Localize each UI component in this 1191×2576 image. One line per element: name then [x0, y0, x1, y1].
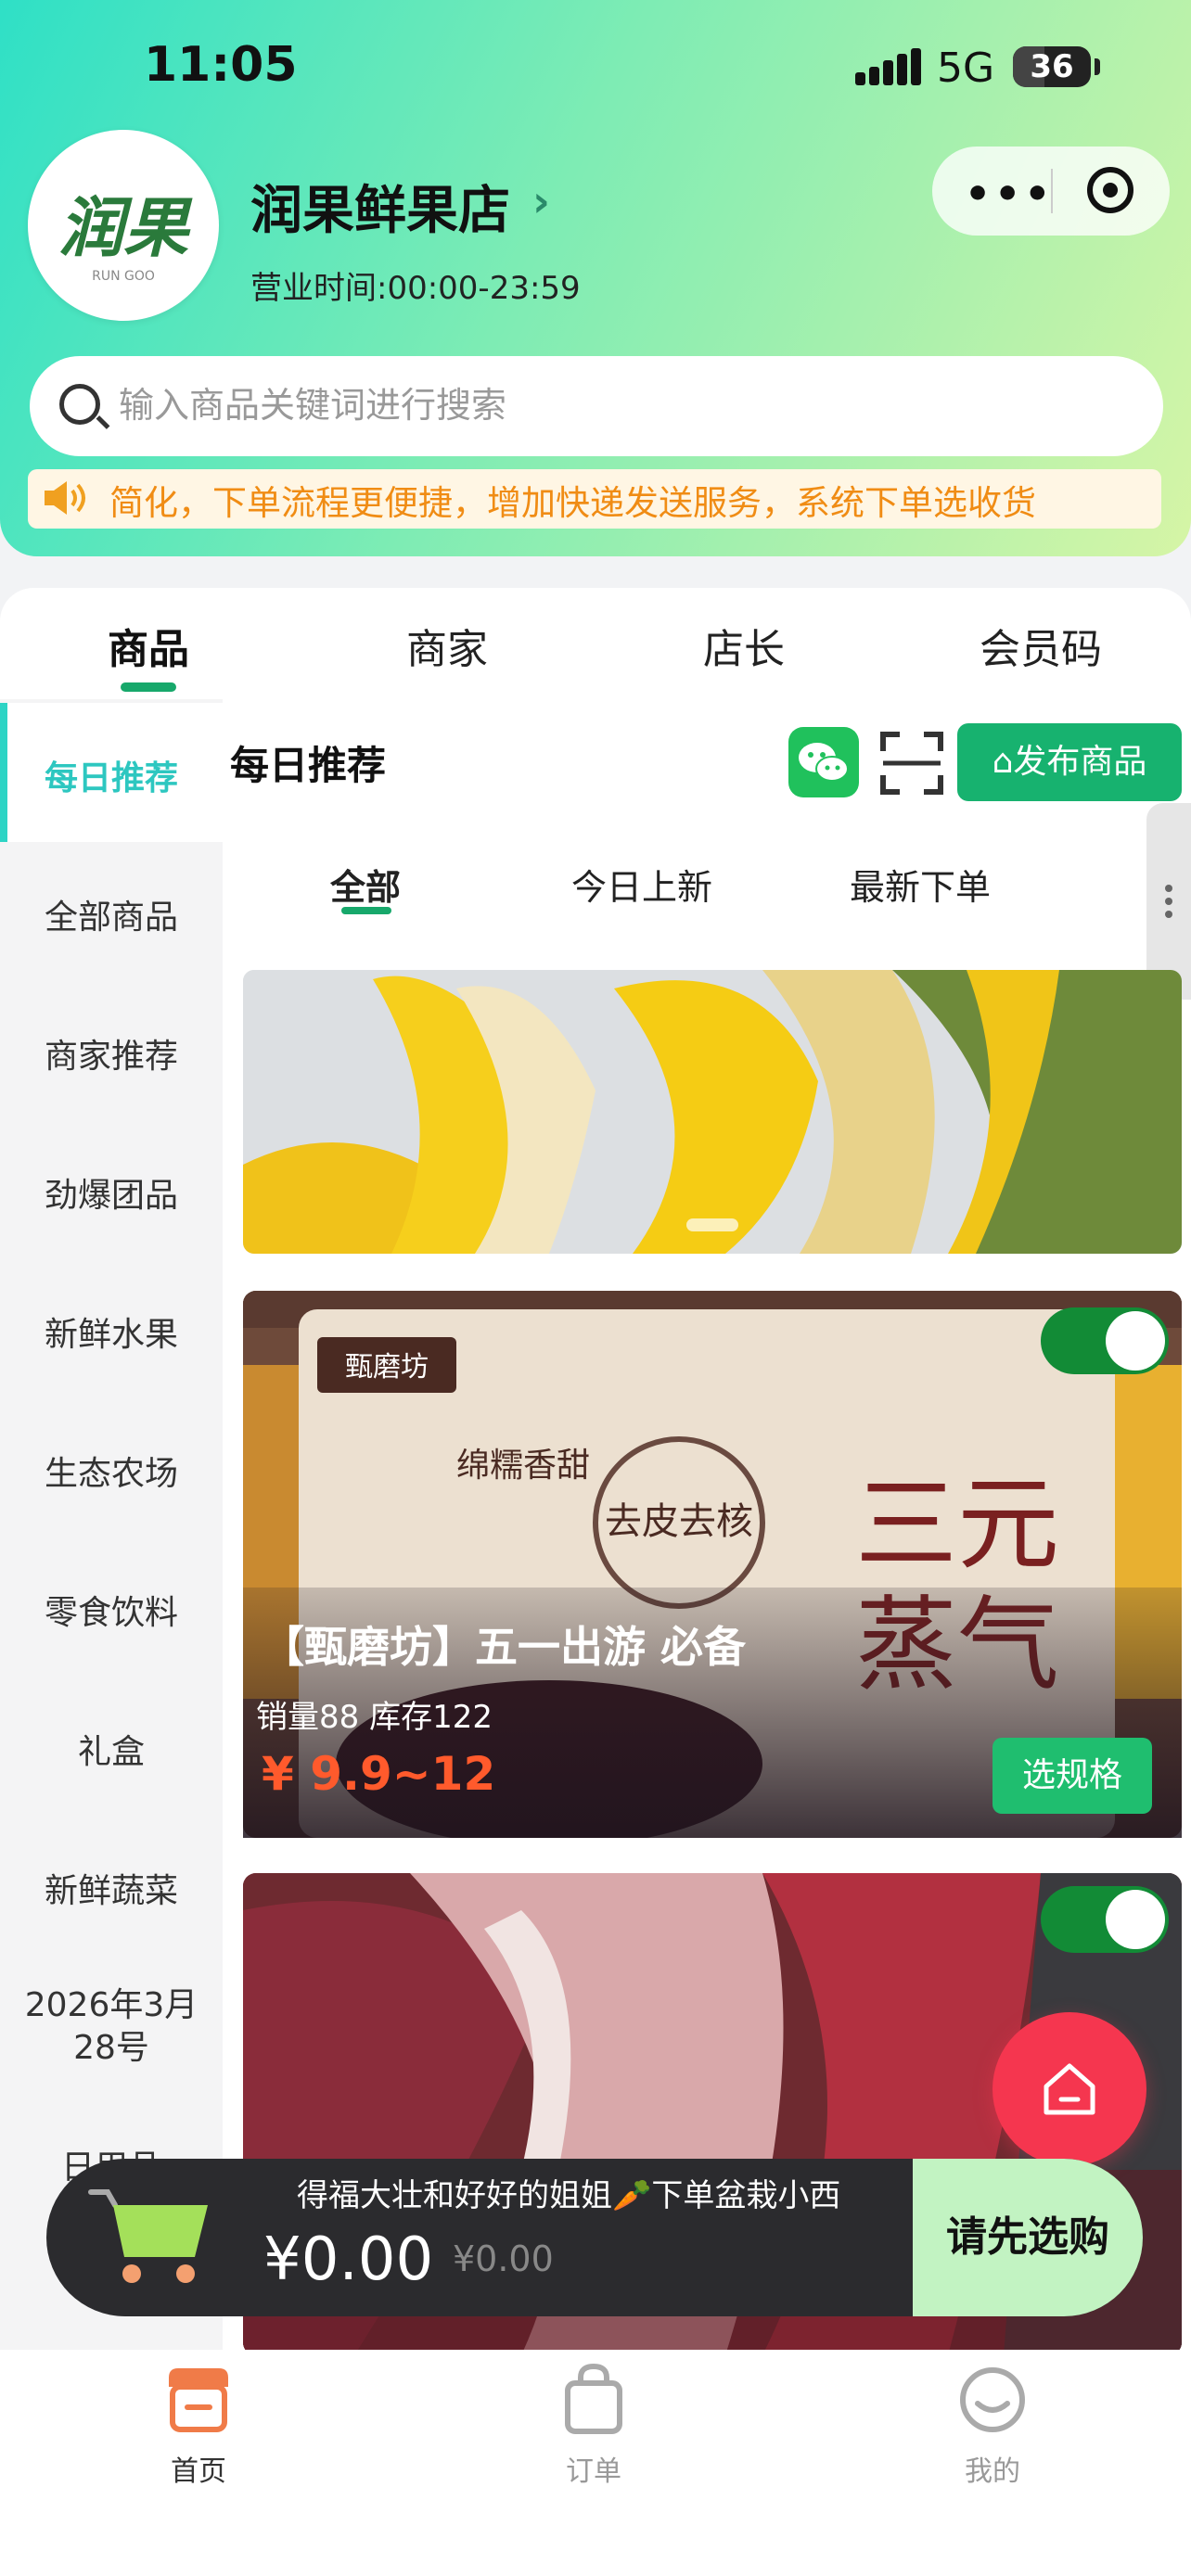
bag-outline-icon: ⌂: [992, 743, 1014, 781]
cart-marquee-text: 得福大壮和好好的姐姐🥕下单盆栽小西: [297, 2177, 841, 2214]
business-hours: 营业时间:00:00-23:59: [250, 270, 581, 307]
durian-banner-image: [243, 970, 1182, 1254]
network-type: 5G: [937, 45, 995, 92]
tab-member-code[interactable]: 会员码: [948, 616, 1133, 675]
product-toggle[interactable]: [1041, 1886, 1169, 1953]
sidebar-item-daily[interactable]: 每日推荐: [0, 751, 223, 799]
signal-icon: [855, 48, 921, 85]
home-icon: [1044, 2063, 1095, 2115]
status-time: 11:05: [144, 37, 298, 93]
sidebar-item-vegetables[interactable]: 新鲜蔬菜: [0, 1864, 223, 1912]
product-price: ¥ 9.9~12: [262, 1747, 496, 1801]
subtab-latest-orders[interactable]: 最新下单: [850, 859, 991, 910]
carousel-indicator: [686, 1218, 738, 1231]
sidebar-item-date[interactable]: 2026年3月28号: [19, 1984, 204, 2070]
logo-text: 润果: [58, 190, 188, 266]
select-spec-button[interactable]: 选规格: [992, 1738, 1152, 1814]
svg-text:甄磨坊: 甄磨坊: [345, 1351, 429, 1384]
speaker-icon: [45, 481, 85, 515]
wechat-share-button[interactable]: [788, 727, 859, 797]
store-icon: [169, 2368, 228, 2432]
tab-manager[interactable]: 店长: [651, 616, 837, 675]
product-title: 【甄磨坊】五一出游 必备: [262, 1622, 747, 1672]
sidebar-item-eco-farm[interactable]: 生态农场: [0, 1447, 223, 1495]
sidebar-item-all[interactable]: 全部商品: [0, 890, 223, 938]
notice-text: 简化，下单流程更便捷，增加快递发送服务，系统下单选收货: [109, 483, 1036, 523]
more-icon[interactable]: •••: [965, 171, 1054, 218]
svg-text:去皮去核: 去皮去核: [605, 1500, 753, 1543]
product-sales-stock: 销量88 库存122: [256, 1699, 493, 1736]
smile-icon: [960, 2367, 1025, 2432]
nav-label-profile: 我的: [965, 2455, 1020, 2488]
category-sidebar: [0, 699, 223, 2350]
publish-label: 发布商品: [1013, 743, 1147, 781]
nav-label-orders: 订单: [566, 2455, 621, 2488]
svg-text:三元: 三元: [855, 1465, 1059, 1584]
scan-icon[interactable]: [879, 731, 944, 796]
battery-icon: 36: [1013, 46, 1091, 87]
shopping-cart-icon[interactable]: [85, 2185, 215, 2287]
search-input[interactable]: [117, 376, 1122, 434]
tab-products[interactable]: 商品: [56, 616, 241, 675]
publish-product-button[interactable]: ⌂发布商品: [957, 723, 1182, 801]
nav-label-home: 首页: [171, 2455, 226, 2488]
capsule-divider: [1051, 169, 1053, 213]
wechat-icon: [799, 743, 849, 782]
cart-total: ¥0.00: [263, 2225, 434, 2294]
sidebar-item-gift-box[interactable]: 礼盒: [0, 1725, 223, 1773]
sidebar-item-fresh-fruit[interactable]: 新鲜水果: [0, 1307, 223, 1356]
logo-subtext: RUN GOO: [92, 269, 155, 284]
subtab-new-today[interactable]: 今日上新: [571, 859, 712, 910]
cart-original-price: ¥0.00: [453, 2238, 554, 2279]
product-toggle[interactable]: [1041, 1307, 1169, 1374]
tab-merchants[interactable]: 商家: [354, 616, 540, 675]
subtab-all[interactable]: 全部: [330, 859, 401, 910]
sidebar-item-merchant-recommend[interactable]: 商家推荐: [0, 1029, 223, 1078]
bag-icon: [565, 2363, 622, 2434]
section-title: 每日推荐: [230, 743, 387, 788]
chevron-right-icon[interactable]: ›: [532, 176, 550, 226]
nav-home[interactable]: 首页: [106, 2355, 291, 2488]
nav-profile[interactable]: 我的: [900, 2355, 1085, 2488]
battery-tip: [1095, 58, 1100, 75]
checkout-button[interactable]: 请先选购: [913, 2159, 1143, 2316]
svg-text:绵糯香甜: 绵糯香甜: [456, 1447, 590, 1485]
search-icon: [59, 384, 100, 425]
store-name[interactable]: 润果鲜果店: [250, 169, 510, 244]
home-fab-button[interactable]: [992, 2012, 1146, 2166]
close-target-icon[interactable]: [1087, 167, 1133, 213]
tab-active-indicator: [121, 682, 176, 692]
banner-carousel[interactable]: [243, 970, 1182, 1254]
store-logo[interactable]: 润果 RUN GOO: [28, 130, 219, 321]
sidebar-item-hot-group[interactable]: 劲爆团品: [0, 1168, 223, 1217]
subtab-active-indicator: [341, 907, 391, 914]
sidebar-item-snacks[interactable]: 零食饮料: [0, 1586, 223, 1634]
battery-level: 36: [1030, 48, 1074, 85]
nav-orders[interactable]: 订单: [501, 2355, 686, 2488]
